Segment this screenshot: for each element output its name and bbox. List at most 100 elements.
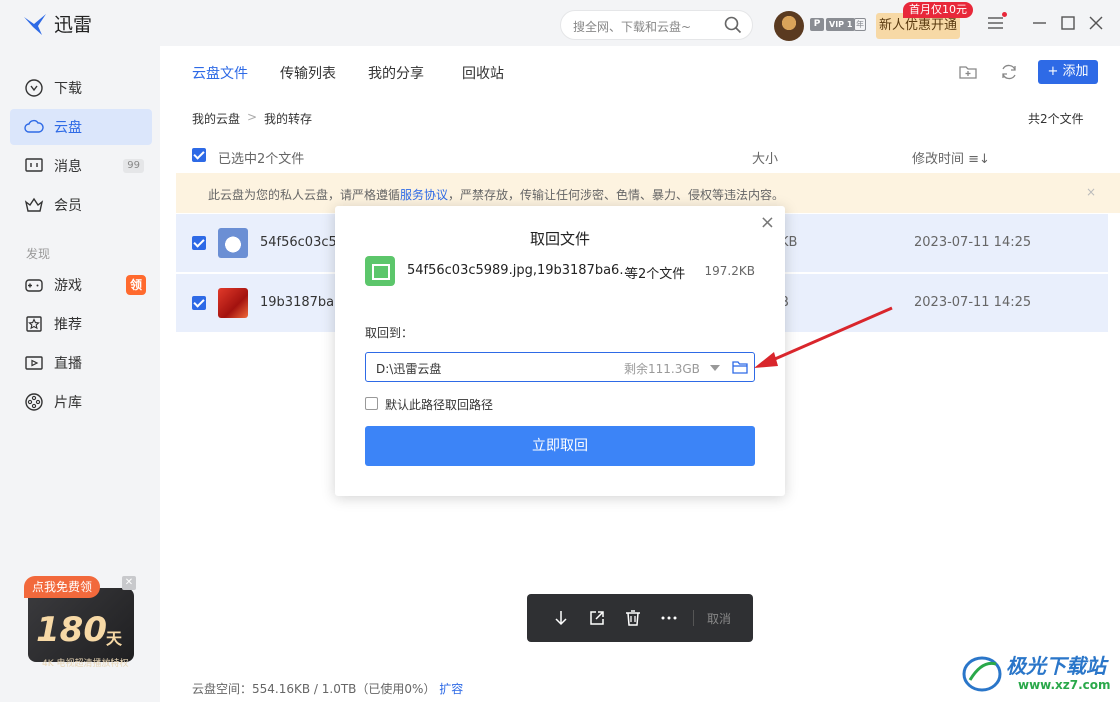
close-window-icon[interactable]: [1086, 13, 1106, 33]
file-date: 2023-07-11 14:25: [914, 295, 1032, 310]
sidebar-item-label: 云盘: [54, 120, 82, 136]
row-checkbox[interactable]: [192, 296, 206, 310]
cancel-selection-button[interactable]: 取消: [707, 610, 731, 627]
minimize-icon[interactable]: [1030, 13, 1050, 33]
select-all-checkbox[interactable]: [192, 148, 206, 162]
download-circle-icon: [25, 79, 43, 97]
expand-storage-link[interactable]: 扩容: [439, 682, 463, 696]
avatar[interactable]: [774, 11, 804, 41]
ad-card: 180 天 4K 电视超清播放特权: [28, 588, 134, 669]
sidebar-item-label: 直播: [54, 356, 82, 372]
storage-footer: 云盘空间：554.16KB / 1.0TB（已使用0%） 扩容: [192, 680, 463, 697]
storage-usage: 云盘空间：554.16KB / 1.0TB（已使用0%）: [192, 682, 436, 696]
file-name: 54f56c03c59: [260, 235, 346, 250]
message-icon: [25, 158, 43, 172]
notice-close-icon[interactable]: ×: [1086, 185, 1096, 199]
tab-my-shares[interactable]: 我的分享: [368, 63, 424, 83]
sidebar-item-label: 消息: [54, 159, 82, 175]
sidebar-item-messages[interactable]: 消息 99: [10, 148, 152, 184]
row-checkbox[interactable]: [192, 236, 206, 250]
share-icon[interactable]: [587, 608, 607, 628]
p-badge: P: [810, 18, 824, 31]
breadcrumb-separator: >: [247, 110, 258, 124]
more-icon[interactable]: [659, 608, 679, 628]
app-title: 迅雷: [54, 14, 93, 36]
ad-close-icon[interactable]: ✕: [122, 576, 136, 590]
sidebar-item-recommend[interactable]: 推荐: [10, 306, 152, 342]
selection-toolbar: 取消: [527, 594, 753, 642]
file-count: 共2个文件: [1028, 112, 1084, 126]
ad-days-unit: 天: [106, 629, 123, 648]
breadcrumb-root[interactable]: 我的云盘: [192, 110, 240, 127]
search-placeholder: 搜全网、下载和云盘~: [573, 20, 692, 34]
size-column-header[interactable]: 大小: [752, 148, 778, 167]
modified-column-header[interactable]: 修改时间 ≡↓: [912, 148, 990, 167]
star-icon: [26, 316, 42, 332]
sidebar-item-download[interactable]: 下载: [10, 70, 152, 106]
sidebar: 下载 云盘 消息 99 会员 发现 游戏 领 推荐 直播 片库 180 天 4K…: [0, 46, 160, 702]
crown-icon: [24, 197, 44, 212]
film-reel-icon: [25, 393, 43, 411]
download-icon[interactable]: [551, 608, 571, 628]
dialog-file-names: 54f56c03c5989.jpg,19b3187ba6...: [407, 263, 632, 278]
ad-days-number: 180: [36, 610, 107, 650]
maximize-icon[interactable]: [1058, 13, 1078, 33]
ad-subtitle: 4K 电视超清播放特权: [42, 659, 129, 669]
tab-recycle-bin[interactable]: 回收站: [462, 63, 504, 83]
vip-badge: VIP 1: [826, 18, 856, 31]
tab-cloud-files[interactable]: 云盘文件: [192, 63, 248, 83]
destination-path-value: D:\迅雷云盘: [376, 362, 442, 376]
free-vip-ad[interactable]: 180 天 4K 电视超清播放特权 点我免费领 ✕: [24, 576, 136, 669]
message-count-badge: 99: [123, 159, 144, 173]
chevron-down-icon[interactable]: [710, 365, 720, 371]
gamepad-icon: [25, 279, 43, 292]
sidebar-item-label: 游戏: [54, 278, 82, 294]
image-file-icon: [365, 256, 395, 286]
destination-label: 取回到：: [365, 326, 414, 340]
retrieve-now-button[interactable]: 立即取回: [365, 426, 755, 466]
add-button[interactable]: + 添加: [1038, 60, 1098, 84]
default-path-checkbox[interactable]: [365, 397, 378, 410]
retrieve-file-dialog: × 取回文件 54f56c03c5989.jpg,19b3187ba6... 等…: [335, 206, 785, 496]
watermark-logo-icon: [962, 656, 1002, 692]
file-date: 2023-07-11 14:25: [914, 235, 1032, 250]
annotation-arrow: [754, 306, 893, 368]
watermark-text: 极光下载站: [1006, 654, 1106, 678]
new-folder-icon[interactable]: [958, 62, 978, 82]
tab-transfer-list[interactable]: 传输列表: [280, 63, 336, 83]
sidebar-item-label: 片库: [54, 395, 82, 411]
cloud-icon: [24, 119, 44, 133]
toolbar-divider: [693, 610, 694, 626]
service-agreement-link[interactable]: 服务协议: [400, 188, 448, 202]
refresh-icon[interactable]: [999, 62, 1019, 82]
sidebar-item-membership[interactable]: 会员: [10, 187, 152, 223]
selected-count-label: 已选中2个文件: [218, 152, 305, 167]
promo-tag: 首月仅10元: [903, 2, 973, 18]
search-box[interactable]: 搜全网、下载和云盘~: [560, 10, 753, 40]
claim-badge: 领: [126, 275, 146, 295]
destination-path-select[interactable]: D:\迅雷云盘 剩余111.3GB: [365, 352, 755, 382]
search-icon[interactable]: [724, 16, 742, 34]
dialog-title: 取回文件: [529, 230, 590, 248]
notification-dot: [1002, 12, 1007, 17]
sidebar-item-cloud[interactable]: 云盘: [10, 109, 152, 145]
file-thumbnail: [218, 228, 248, 258]
sidebar-item-label: 会员: [54, 198, 82, 214]
notice-text: 此云盘为您的私人云盘，请严格遵循服务协议，严禁存放，传输让任何涉密、色情、暴力、…: [208, 188, 785, 202]
sidebar-item-film-library[interactable]: 片库: [10, 384, 152, 420]
live-icon: [25, 356, 43, 370]
site-watermark: 极光下载站 www.xz7.com: [956, 648, 1116, 700]
title-bar: 迅雷 搜全网、下载和云盘~ P VIP 1 年 新人优惠开通 首月仅10元: [0, 0, 1120, 46]
app-logo[interactable]: 迅雷: [22, 10, 92, 37]
discover-section-label: 发现: [26, 247, 51, 261]
trash-icon[interactable]: [623, 608, 643, 628]
watermark-url: www.xz7.com: [1018, 678, 1111, 692]
sidebar-item-live[interactable]: 直播: [10, 345, 152, 381]
dialog-file-size: 197.2KB: [704, 264, 755, 278]
sidebar-item-games[interactable]: 游戏 领: [10, 267, 152, 303]
thunder-bird-icon: [24, 13, 46, 35]
file-name: 19b3187ba6: [260, 295, 343, 310]
default-path-label: 默认此路径取回路径: [385, 398, 494, 412]
file-thumbnail: [218, 288, 248, 318]
sidebar-item-label: 下载: [54, 81, 82, 97]
